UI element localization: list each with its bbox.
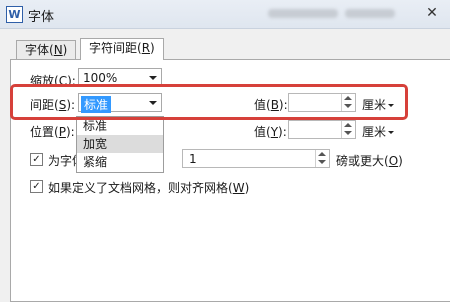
kerning-suffix: 磅或更大(O) [336, 154, 403, 168]
spacing-value: 标准 [81, 96, 112, 113]
tab-font-label: 字体( [25, 43, 54, 57]
spin-up-icon[interactable] [344, 123, 352, 127]
tab-font[interactable]: 字体(N) [16, 40, 77, 60]
kerning-size-value: 1 [189, 152, 197, 166]
position-unit[interactable]: 厘米 [362, 123, 395, 140]
tab-spacing-key: R [141, 41, 151, 55]
spacing-label: 间距(S): [30, 98, 76, 112]
blurred-title-region [268, 9, 338, 18]
spacing-combo[interactable]: 标准 [78, 93, 162, 113]
spin-down-icon[interactable] [318, 160, 326, 164]
tab-spacing-tail: ) [150, 41, 155, 55]
position-unit-label: 厘米 [362, 125, 387, 139]
dropdown-option[interactable]: 紧缩 [77, 153, 163, 171]
chevron-down-icon [388, 104, 395, 107]
kerning-size-spinner[interactable]: 1 [182, 149, 330, 168]
close-button[interactable]: ✕ [422, 4, 442, 23]
snap-to-grid-label: 如果定义了文档网格，则对齐网格(W) [48, 181, 250, 195]
snap-to-grid-checkbox[interactable]: ✓ [30, 180, 43, 193]
dialog-title: 字体 [28, 10, 55, 25]
spin-up-icon[interactable] [318, 152, 326, 156]
chevron-down-icon [149, 76, 157, 80]
spacing-amount-label: 值(B): [254, 98, 288, 112]
spin-down-icon[interactable] [344, 104, 352, 108]
spacing-dropdown-list: 标准 加宽 紧缩 [76, 116, 164, 173]
spacing-unit[interactable]: 厘米 [362, 96, 395, 113]
title-bar: W 字体 ✕ [0, 0, 450, 29]
spinner-buttons[interactable] [341, 94, 355, 111]
kerning-checkbox[interactable]: ✓ [30, 153, 43, 166]
wps-writer-icon: W [6, 6, 23, 23]
dropdown-option[interactable]: 标准 [77, 117, 163, 135]
tab-character-spacing[interactable]: 字符间距(R) [80, 38, 164, 60]
spinner-buttons[interactable] [315, 150, 329, 167]
blurred-title-region-2 [345, 9, 395, 18]
tab-font-tail: ) [62, 43, 68, 57]
position-amount-label: 值(Y): [254, 125, 287, 139]
position-amount-spinner[interactable] [288, 120, 356, 139]
dropdown-option[interactable]: 加宽 [77, 135, 163, 153]
spacing-amount-spinner[interactable] [288, 93, 356, 112]
spacing-unit-label: 厘米 [362, 98, 387, 112]
scale-combo[interactable]: 100% [78, 68, 162, 87]
spin-down-icon[interactable] [344, 131, 352, 135]
scale-value: 100% [83, 71, 118, 85]
scale-label: 缩放(C): [30, 74, 76, 88]
spinner-buttons[interactable] [341, 121, 355, 138]
spin-up-icon[interactable] [344, 96, 352, 100]
tab-spacing-label: 字符间距( [89, 41, 142, 55]
chevron-down-icon [149, 101, 157, 105]
tab-font-key: N [53, 43, 63, 57]
chevron-down-icon [388, 131, 395, 134]
position-label: 位置(P): [30, 125, 75, 139]
